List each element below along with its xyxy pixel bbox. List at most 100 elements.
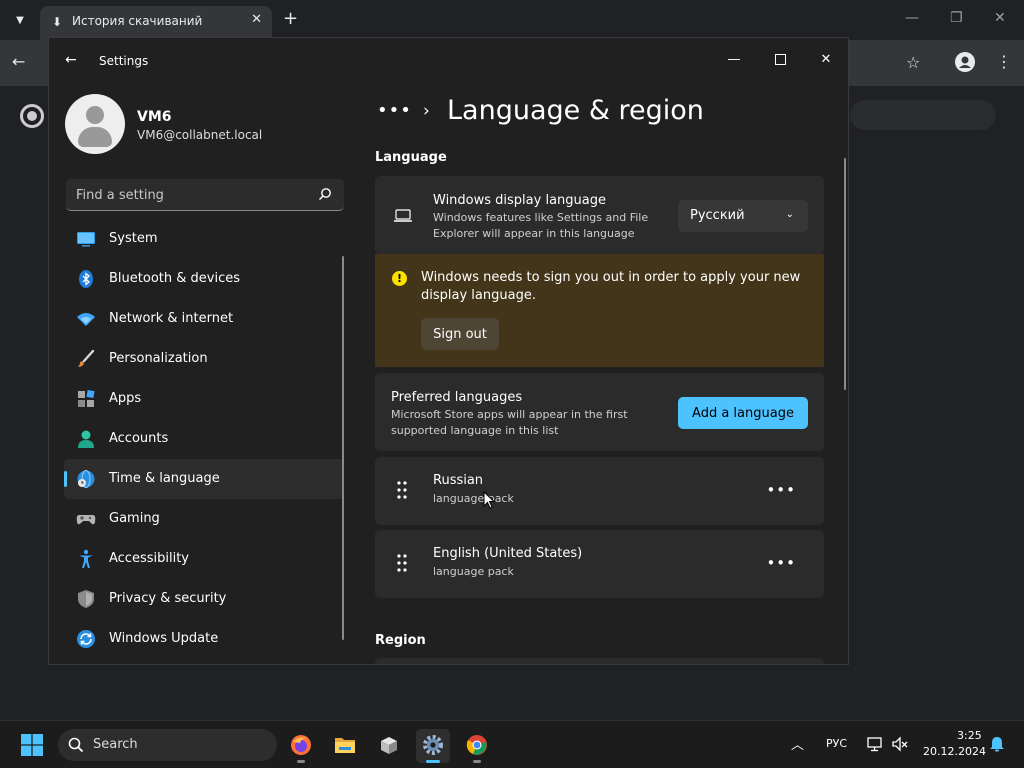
close-icon[interactable]: ✕ (803, 44, 848, 74)
main-scrollbar[interactable] (844, 158, 846, 390)
new-tab-icon[interactable]: + (283, 8, 298, 29)
taskbar-search[interactable]: Search (58, 729, 277, 761)
drag-handle-icon[interactable] (397, 481, 407, 499)
bookmark-star-icon[interactable]: ☆ (906, 53, 920, 72)
settings-window: ← Settings — ✕ VM6 VM6@collabnet.local S… (48, 37, 849, 665)
breadcrumb-chevron-icon: › (423, 101, 430, 121)
person-icon (78, 430, 94, 448)
chrome-icon (466, 735, 487, 755)
section-heading-language: Language (375, 150, 447, 165)
breadcrumb-more-button[interactable]: ••• (377, 100, 412, 121)
sidebar-item-label: System (109, 231, 158, 246)
download-icon: ⬇ (52, 15, 63, 29)
sidebar-item-label: Bluetooth & devices (109, 271, 240, 286)
sidebar-item-windows-update[interactable]: Windows Update (64, 619, 344, 659)
brush-icon (78, 349, 95, 367)
avatar (65, 94, 125, 154)
browser-tab-title: История скачиваний (72, 14, 203, 28)
display-language-title: Windows display language (433, 193, 606, 208)
sidebar-item-personalization[interactable]: Personalization (64, 339, 344, 379)
sidebar-item-label: Time & language (109, 471, 220, 486)
browser-tab[interactable]: ⬇ История скачиваний ✕ (40, 6, 272, 40)
sidebar-nav: System Bluetooth & devices Network & int… (64, 219, 344, 659)
sign-out-button[interactable]: Sign out (421, 318, 499, 350)
taskbar-app-package[interactable] (372, 729, 406, 763)
sidebar-item-label: Network & internet (109, 311, 234, 326)
tray-overflow-chevron-icon[interactable]: ︿ (791, 734, 804, 753)
volume-muted-icon[interactable] (891, 735, 909, 753)
display-language-value: Русский (690, 208, 745, 223)
sidebar-item-accessibility[interactable]: Accessibility (64, 539, 344, 579)
windows-start-icon[interactable] (21, 734, 43, 756)
clock-time[interactable]: 3:25 (957, 729, 982, 742)
warning-icon: ! (392, 271, 407, 286)
section-heading-region: Region (375, 633, 426, 648)
sidebar-item-label: Privacy & security (109, 591, 227, 606)
taskbar-file-explorer[interactable] (328, 729, 362, 763)
input-language-indicator[interactable]: РУС (826, 737, 847, 750)
gear-icon (423, 735, 443, 755)
language-name: English (United States) (433, 546, 583, 561)
wifi-icon (77, 313, 95, 326)
display-language-card: Windows display language Windows feature… (375, 176, 824, 254)
sidebar-item-label: Accounts (109, 431, 169, 446)
apps-icon (78, 389, 95, 407)
sidebar-scrollbar[interactable] (342, 256, 344, 640)
network-icon[interactable] (866, 735, 884, 753)
sidebar-item-network[interactable]: Network & internet (64, 299, 344, 339)
taskbar-firefox[interactable] (284, 729, 318, 763)
sign-out-warning: ! Windows needs to sign you out in order… (375, 254, 824, 367)
back-arrow-icon[interactable]: ← (65, 52, 77, 68)
browser-back-icon[interactable]: ← (12, 52, 25, 71)
firefox-icon (291, 735, 311, 755)
preferred-languages-description: Microsoft Store apps will appear in the … (391, 408, 628, 437)
list-item[interactable]: Russian language pack ••• (375, 457, 824, 525)
notification-bell-icon[interactable] (989, 736, 1005, 752)
clock-date[interactable]: 20.12.2024 (923, 745, 986, 758)
profile-icon[interactable] (955, 52, 975, 72)
monitor-icon (77, 232, 95, 247)
package-icon (381, 737, 397, 754)
sidebar-item-label: Accessibility (109, 551, 189, 566)
more-options-icon[interactable]: ••• (766, 554, 796, 572)
drag-handle-icon[interactable] (397, 554, 407, 572)
search-input[interactable] (76, 185, 306, 205)
folder-icon (335, 738, 355, 753)
browser-restore-icon[interactable]: ❐ (950, 10, 963, 26)
page-title: Language & region (447, 95, 704, 126)
maximize-icon[interactable] (757, 44, 803, 74)
sidebar-item-system[interactable]: System (64, 219, 344, 259)
sidebar-item-privacy[interactable]: Privacy & security (64, 579, 344, 619)
browser-minimize-icon[interactable]: — (905, 10, 919, 26)
sidebar-item-apps[interactable]: Apps (64, 379, 344, 419)
more-options-icon[interactable]: ••• (766, 481, 796, 499)
close-tab-icon[interactable]: ✕ (251, 12, 262, 27)
browser-page-searchbar[interactable] (850, 100, 996, 130)
bluetooth-icon (79, 270, 93, 288)
tab-search-chevron-icon[interactable]: ▼ (8, 8, 32, 32)
add-language-button[interactable]: Add a language (678, 397, 808, 429)
taskbar: Search ︿ РУС 3:25 20.12.2024 (0, 720, 1024, 768)
sidebar-item-label: Personalization (109, 351, 208, 366)
laptop-icon (394, 209, 412, 222)
minimize-icon[interactable]: — (711, 44, 757, 74)
taskbar-settings[interactable] (416, 729, 450, 763)
sidebar-item-time-language[interactable]: Time & language (64, 459, 344, 499)
search-icon (319, 188, 331, 200)
search-box[interactable] (66, 179, 344, 211)
chrome-logo-icon (20, 104, 44, 128)
list-item[interactable]: English (United States) language pack ••… (375, 530, 824, 598)
profile-email: VM6@collabnet.local (137, 128, 263, 142)
sidebar-item-accounts[interactable]: Accounts (64, 419, 344, 459)
sidebar-item-label: Gaming (109, 511, 160, 526)
browser-close-icon[interactable]: ✕ (994, 10, 1006, 26)
profile-name: VM6 (137, 109, 172, 125)
browser-menu-icon[interactable]: ⋮ (996, 52, 1012, 71)
sidebar-item-bluetooth[interactable]: Bluetooth & devices (64, 259, 344, 299)
preferred-languages-title: Preferred languages (391, 390, 523, 405)
sidebar-item-gaming[interactable]: Gaming (64, 499, 344, 539)
update-icon (77, 630, 95, 648)
taskbar-chrome[interactable] (460, 729, 494, 763)
display-language-dropdown[interactable]: Русский ⌄ (678, 200, 808, 232)
mouse-cursor-icon (483, 491, 495, 509)
